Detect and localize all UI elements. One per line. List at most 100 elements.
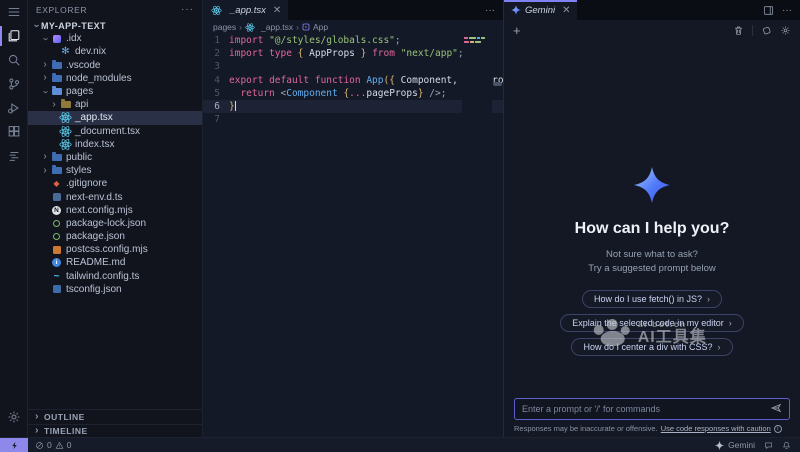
- tree-item-node-modules[interactable]: ›node_modules: [28, 72, 202, 85]
- tree-item-label: .gitignore: [66, 178, 107, 189]
- tree-item--idx[interactable]: ›.idx: [28, 32, 202, 45]
- disclaimer-text: Responses may be inaccurate or offensive…: [514, 424, 658, 433]
- eraser-icon[interactable]: [761, 25, 772, 36]
- prompt-pill-label: How do I center a div with CSS?: [583, 342, 712, 352]
- settings-gear-icon[interactable]: [0, 405, 28, 429]
- code-line-1[interactable]: 1import "@/styles/globals.css";: [203, 34, 503, 47]
- gemini-panel: Gemini ✕ ··· +: [503, 0, 800, 437]
- suggested-prompt-pill-2[interactable]: Explain the selected code in my editor›: [560, 314, 744, 332]
- tree-item-api[interactable]: › api: [28, 98, 202, 111]
- close-icon[interactable]: ✕: [562, 5, 570, 16]
- chevron-down-icon[interactable]: ›: [40, 34, 50, 44]
- code-line-3[interactable]: 3: [203, 60, 503, 73]
- tab-gemini[interactable]: Gemini ✕: [504, 0, 577, 20]
- tree-item-index-tsx[interactable]: index.tsx: [28, 138, 202, 151]
- feedback-icon[interactable]: [764, 441, 773, 450]
- suggested-prompt-pill-1[interactable]: How do I use fetch() in JS?›: [582, 290, 722, 308]
- toolbar-divider: [752, 25, 753, 36]
- trash-icon[interactable]: [733, 25, 744, 36]
- breadcrumb-separator: ›: [296, 22, 299, 32]
- code-line-content: import "@/styles/globals.css";: [229, 34, 401, 47]
- readme-icon: i: [50, 257, 63, 268]
- warnings-count: 0: [67, 440, 72, 450]
- extensions-icon[interactable]: [0, 120, 28, 144]
- welcome-subtitle-line1: Not sure what to ask?: [606, 249, 698, 260]
- minimap[interactable]: [462, 34, 492, 437]
- warnings-icon: [55, 441, 64, 450]
- gemini-status[interactable]: Gemini: [715, 440, 755, 450]
- chevron-right-icon[interactable]: ›: [40, 166, 50, 176]
- idx-panel-icon[interactable]: [0, 144, 28, 168]
- new-chat-icon[interactable]: +: [513, 24, 521, 37]
- suggested-prompt-pill-3[interactable]: How do I center a div with CSS?›: [571, 338, 732, 356]
- tree-item-pages[interactable]: ›pages: [28, 85, 202, 98]
- info-icon[interactable]: i: [774, 425, 782, 433]
- chevron-down-icon[interactable]: ›: [40, 87, 50, 97]
- remote-indicator[interactable]: [0, 438, 28, 452]
- tree-item--document-tsx[interactable]: _document.tsx: [28, 125, 202, 138]
- tree-item--vscode[interactable]: ›.vscode: [28, 59, 202, 72]
- prompt-input[interactable]: [522, 404, 764, 414]
- gemini-sparkle-logo: [633, 166, 671, 204]
- tree-item-tsconfig-json[interactable]: tsconfig.json: [28, 283, 202, 296]
- tree-item-dev-nix[interactable]: ✻dev.nix: [28, 45, 202, 58]
- disclaimer-link[interactable]: Use code responses with caution: [661, 424, 771, 433]
- timeline-section[interactable]: › TIMELINE: [28, 424, 202, 438]
- chevron-right-icon[interactable]: ›: [49, 100, 59, 110]
- tree-item-label: next.config.mjs: [66, 205, 133, 216]
- code-line-2[interactable]: 2import type { AppProps } from "next/app…: [203, 47, 503, 60]
- chevron-down-icon[interactable]: ›: [31, 21, 41, 31]
- folder-dim-icon: [59, 99, 72, 110]
- notifications-bell-icon[interactable]: [782, 441, 791, 450]
- problems-status[interactable]: 0 0: [28, 440, 78, 450]
- split-editor-icon[interactable]: [763, 5, 774, 16]
- send-icon[interactable]: [770, 402, 782, 417]
- chevron-right-icon[interactable]: ›: [40, 60, 50, 70]
- panel-more-actions-icon[interactable]: ···: [782, 5, 792, 16]
- tree-item-styles[interactable]: › styles: [28, 164, 202, 177]
- close-icon[interactable]: ✕: [273, 5, 281, 16]
- tree-item--gitignore[interactable]: ◆.gitignore: [28, 177, 202, 190]
- breadcrumb-folder[interactable]: pages: [213, 22, 236, 32]
- idx-icon: [50, 33, 63, 44]
- tree-item-next-config-mjs[interactable]: Nnext.config.mjs: [28, 204, 202, 217]
- search-icon[interactable]: [0, 48, 28, 72]
- tree-item-label: tailwind.config.ts: [66, 271, 139, 282]
- gear-icon[interactable]: [780, 25, 791, 36]
- json-icon: [50, 231, 63, 242]
- tree-item-label: api: [75, 99, 88, 110]
- breadcrumb-file[interactable]: _app.tsx: [261, 22, 293, 32]
- code-line-content: return <Component {...pageProps} />;: [229, 87, 446, 100]
- chevron-right-icon[interactable]: ›: [40, 73, 50, 83]
- chevron-right-icon[interactable]: ›: [40, 152, 50, 162]
- tree-item--app-tsx[interactable]: _app.tsx: [28, 111, 202, 124]
- code-editor[interactable]: 1import "@/styles/globals.css";2import t…: [203, 34, 503, 437]
- run-debug-icon[interactable]: [0, 96, 28, 120]
- breadcrumb-symbol[interactable]: App: [313, 22, 328, 32]
- explorer-icon[interactable]: [0, 24, 28, 48]
- code-line-content: import type { AppProps } from "next/app"…: [229, 47, 464, 60]
- outline-section[interactable]: › OUTLINE: [28, 410, 202, 424]
- tree-item-readme-md[interactable]: iREADME.md: [28, 256, 202, 269]
- source-control-icon[interactable]: [0, 72, 28, 96]
- code-line-5[interactable]: 5 return <Component {...pageProps} />;: [203, 87, 503, 100]
- tree-item-postcss-config-mjs[interactable]: postcss.config.mjs: [28, 243, 202, 256]
- tree-item-next-env-d-ts[interactable]: next-env.d.ts: [28, 190, 202, 203]
- sparkle-icon: [715, 441, 724, 450]
- tree-item-label: styles: [66, 165, 92, 176]
- tree-item-my-app-text[interactable]: ›MY-APP-TEXT: [28, 19, 202, 32]
- folder-open-icon: [50, 86, 63, 97]
- code-line-7[interactable]: 7: [203, 113, 503, 126]
- tree-item-package-json[interactable]: package.json: [28, 230, 202, 243]
- scrollbar-thumb[interactable]: [493, 82, 502, 86]
- editor-more-actions-icon[interactable]: ···: [485, 5, 495, 16]
- code-line-6[interactable]: 6}: [203, 100, 503, 113]
- tab-app-tsx[interactable]: _app.tsx ✕: [203, 0, 288, 20]
- tree-item-tailwind-config-ts[interactable]: ~tailwind.config.ts: [28, 270, 202, 283]
- tree-item-public[interactable]: ›public: [28, 151, 202, 164]
- tree-item-package-lock-json[interactable]: package-lock.json: [28, 217, 202, 230]
- explorer-more-actions-icon[interactable]: ···: [181, 4, 194, 15]
- code-line-4[interactable]: 4export default function App({ Component…: [203, 74, 503, 87]
- menu-icon[interactable]: [0, 0, 28, 24]
- breadcrumb[interactable]: pages › _app.tsx › App: [203, 20, 503, 34]
